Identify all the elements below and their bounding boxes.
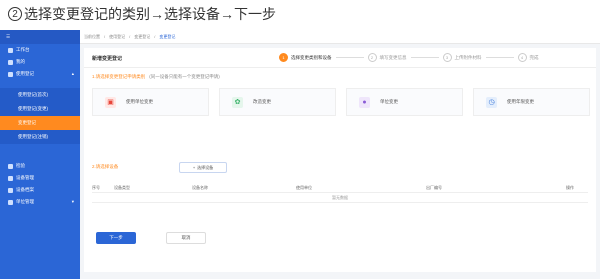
breadcrumb-item[interactable]: 变更登记 (134, 34, 150, 40)
step-number: 3 (442, 53, 452, 62)
change-type-label: 使用年限变更 (507, 99, 534, 104)
section-label: 1.请选择变更登记申请类别 (同一设备只能有一个变更登记申请) (92, 74, 220, 80)
person-icon: ● (359, 96, 370, 108)
step-number: 2 (367, 53, 377, 62)
caption: 2 选择变更登记的类别→选择设备→下一步 (0, 0, 600, 28)
step-connector (335, 57, 364, 58)
sidebar-subitem-active[interactable]: 变更登记 (0, 116, 80, 130)
section-label: 2.请选择设备 (92, 164, 118, 170)
org-icon (8, 199, 13, 205)
sidebar-subitem[interactable]: 使用登记(变更) (0, 102, 80, 116)
sidebar: ☰ 工作台 我的 使用登记 ▴ 使用登记(首次) 使用登记(变更) 变更登记 使用… (0, 30, 80, 279)
plus-icon: + (192, 165, 196, 170)
sidebar-subitem-label: 使用登记(注销) (18, 134, 48, 139)
breadcrumb-item[interactable]: 当前位置 (84, 34, 100, 40)
sidebar-subitem-label: 使用登记(首次) (18, 92, 48, 97)
cancel-button[interactable]: 取消 (166, 232, 206, 244)
breadcrumb-item[interactable]: 使用登记 (109, 34, 125, 40)
sidebar-subitem[interactable]: 使用登记(首次) (0, 88, 80, 102)
sidebar-item[interactable]: 使用登记 ▴ (0, 68, 80, 80)
folder-icon: ▣ (105, 96, 116, 108)
change-type-list: ▣ 使用单位变更 ✿ 改造变更 ● 单位变更 ◷ 使用年限变更 (92, 88, 590, 116)
step-connector (485, 57, 514, 58)
column-header: 使用单位 (296, 184, 312, 190)
breadcrumb-current: 变更登记 (159, 33, 176, 39)
empty-state: 暂无数据 (92, 193, 588, 203)
step: 4 完成 (517, 53, 539, 62)
step-label: 选择变更类别和设备 (291, 54, 332, 60)
caption-text: 选择变更登记的类别→选择设备→下一步 (24, 6, 276, 22)
next-button[interactable]: 下一步 (96, 232, 136, 244)
step-label: 填写变更信息 (379, 54, 407, 60)
change-type-card[interactable]: ✿ 改造变更 (219, 88, 336, 116)
page-title: 新增变更登记 (92, 56, 123, 62)
section-hint: (同一设备只能有一个变更登记申请) (149, 74, 220, 79)
step: 3 上传附件材料 (442, 53, 482, 62)
table-header: 序号 设备类型 设备名称 使用单位 出厂编号 操作 (92, 183, 588, 193)
column-header: 操作 (566, 184, 574, 190)
caption-step-number: 2 (8, 7, 22, 21)
sidebar-item[interactable]: 我的 (0, 56, 80, 68)
column-header: 出厂编号 (426, 184, 442, 190)
sidebar-item-label: 工作台 (16, 47, 30, 52)
column-header: 序号 (92, 184, 100, 190)
sidebar-item-label: 单位管理 (16, 199, 34, 204)
sidebar-item[interactable]: 检验 (0, 160, 80, 172)
recycle-icon: ✿ (232, 96, 243, 108)
sidebar-item[interactable]: 设备管理 (0, 172, 80, 184)
sidebar-item[interactable]: 单位管理 ▾ (0, 196, 80, 208)
change-type-card[interactable]: ▣ 使用单位变更 (92, 88, 209, 116)
change-type-label: 改造变更 (253, 99, 271, 104)
app-window: ☰ 工作台 我的 使用登记 ▴ 使用登记(首次) 使用登记(变更) 变更登记 使用… (0, 30, 600, 279)
section-title: 2.请选择设备 (92, 164, 119, 169)
step-label: 完成 (529, 54, 539, 60)
column-header: 设备名称 (192, 184, 208, 190)
sidebar-subitem-label: 使用登记(变更) (18, 106, 48, 111)
button-label: 选择设备 (197, 164, 214, 170)
stepper: 1 选择变更类别和设备 2 填写变更信息 3 上传附件材料 4 完成 (279, 53, 539, 62)
divider (84, 67, 596, 68)
sidebar-item-label: 检验 (16, 163, 25, 168)
device-icon (8, 175, 13, 181)
sidebar-menu-toggle[interactable]: ☰ (0, 30, 80, 44)
archive-icon (8, 187, 13, 193)
sidebar-item-label: 设备管理 (16, 175, 34, 180)
section-title: 1.请选择变更登记申请类别 (92, 74, 146, 79)
sidebar-subitem[interactable]: 使用登记(注销) (0, 130, 80, 144)
form-card: 新增变更登记 1 选择变更类别和设备 2 填写变更信息 3 上传附件材料 4 完成 1.… (84, 48, 596, 272)
step-label: 上传附件材料 (454, 54, 482, 60)
change-type-card[interactable]: ● 单位变更 (346, 88, 463, 116)
clock-icon: ◷ (486, 96, 497, 108)
change-type-label: 使用单位变更 (126, 99, 153, 104)
sidebar-item[interactable]: 工作台 (0, 44, 80, 56)
change-type-card[interactable]: ◷ 使用年限变更 (473, 88, 590, 116)
step: 1 选择变更类别和设备 (279, 53, 332, 62)
breadcrumb: 当前位置 / 使用登记 / 变更登记 / 变更登记 (80, 30, 600, 44)
sidebar-item-label: 我的 (16, 59, 25, 64)
dashboard-icon (8, 47, 13, 53)
chevron-down-icon: ▾ (71, 199, 74, 204)
device-table: 序号 设备类型 设备名称 使用单位 出厂编号 操作 暂无数据 (92, 183, 588, 203)
chevron-up-icon: ▴ (71, 71, 74, 76)
sidebar-item-label: 使用登记 (16, 71, 34, 76)
inspect-icon (8, 163, 13, 169)
step-connector (410, 57, 439, 58)
sidebar-subitem-label: 变更登记 (18, 120, 36, 125)
change-type-label: 单位变更 (380, 99, 398, 104)
step-number: 4 (517, 53, 527, 62)
step-number: 1 (279, 53, 288, 62)
step: 2 填写变更信息 (367, 53, 407, 62)
menu-icon: ☰ (6, 34, 11, 39)
user-icon (8, 59, 13, 65)
register-icon (8, 71, 13, 77)
select-device-button[interactable]: + 选择设备 (179, 162, 227, 173)
sidebar-item-label: 设备档案 (16, 187, 34, 192)
main-content: 当前位置 / 使用登记 / 变更登记 / 变更登记 新增变更登记 1 选择变更类别和设备… (80, 30, 600, 279)
sidebar-item[interactable]: 设备档案 (0, 184, 80, 196)
column-header: 设备类型 (114, 184, 130, 190)
